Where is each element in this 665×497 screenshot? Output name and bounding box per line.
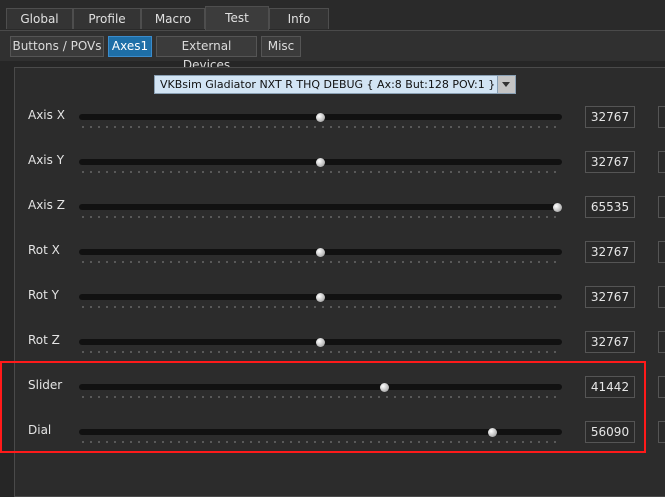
- slider-ticks: [79, 171, 562, 173]
- device-select[interactable]: VKBsim Gladiator NXT R THQ DEBUG { Ax:8 …: [154, 75, 516, 94]
- subtab-buttons-povs[interactable]: Buttons / POVs: [10, 36, 104, 57]
- axis-value-axis-z: 65535: [585, 196, 635, 218]
- axis-value-axis-y: 32767: [585, 151, 635, 173]
- axis-label-rot-y: Rot Y: [28, 288, 59, 302]
- axis-label-axis-z: Axis Z: [28, 198, 65, 212]
- dropdown-arrow-icon[interactable]: [497, 76, 515, 93]
- tab-test[interactable]: Test: [205, 6, 269, 30]
- slider-knob-axis-y[interactable]: [316, 157, 325, 167]
- axis-extra-box: [658, 331, 665, 353]
- tab-info[interactable]: Info: [269, 8, 329, 29]
- axis-label-axis-y: Axis Y: [28, 153, 65, 167]
- subtab-axes1[interactable]: Axes1: [108, 36, 152, 57]
- subtab-misc[interactable]: Misc: [261, 36, 301, 57]
- slider-knob-rot-x[interactable]: [316, 247, 325, 257]
- subtab-external-devices[interactable]: External Devices: [156, 36, 257, 72]
- slider-knob-axis-z[interactable]: [552, 202, 562, 212]
- axis-value-axis-x: 32767: [585, 106, 635, 128]
- tab-macro[interactable]: Macro: [141, 8, 205, 29]
- axis-extra-box: [658, 196, 665, 218]
- axis-label-rot-x: Rot X: [28, 243, 60, 257]
- tab-profile[interactable]: Profile: [73, 8, 141, 29]
- axis-extra-box: [658, 241, 665, 263]
- slider-ticks: [79, 216, 562, 218]
- axis-extra-box: [658, 376, 665, 398]
- slider-ticks: [79, 126, 562, 128]
- axis-value-rot-y: 32767: [585, 286, 635, 308]
- axis-value-rot-z: 32767: [585, 331, 635, 353]
- slider-knob-rot-z[interactable]: [316, 337, 325, 347]
- slider-ticks: [79, 261, 562, 263]
- main-tab-bar: Global Profile Macro Test Info: [0, 0, 665, 30]
- tab-global[interactable]: Global: [6, 8, 73, 29]
- slider-ticks: [79, 351, 562, 353]
- sub-tab-bar: Buttons / POVs Axes1 External Devices Mi…: [0, 30, 665, 72]
- highlight-box: [0, 361, 646, 453]
- axis-extra-box: [658, 106, 665, 128]
- slider-ticks: [79, 306, 562, 308]
- axis-value-rot-x: 32767: [585, 241, 635, 263]
- slider-knob-axis-x[interactable]: [316, 112, 325, 122]
- axis-extra-box: [658, 151, 665, 173]
- device-select-value: VKBsim Gladiator NXT R THQ DEBUG { Ax:8 …: [160, 78, 496, 91]
- slider-knob-rot-y[interactable]: [316, 292, 325, 302]
- axis-extra-box: [658, 286, 665, 308]
- axis-label-rot-z: Rot Z: [28, 333, 60, 347]
- axis-label-axis-x: Axis X: [28, 108, 65, 122]
- axis-extra-box: [658, 421, 665, 443]
- slider-track-axis-z[interactable]: [79, 204, 562, 210]
